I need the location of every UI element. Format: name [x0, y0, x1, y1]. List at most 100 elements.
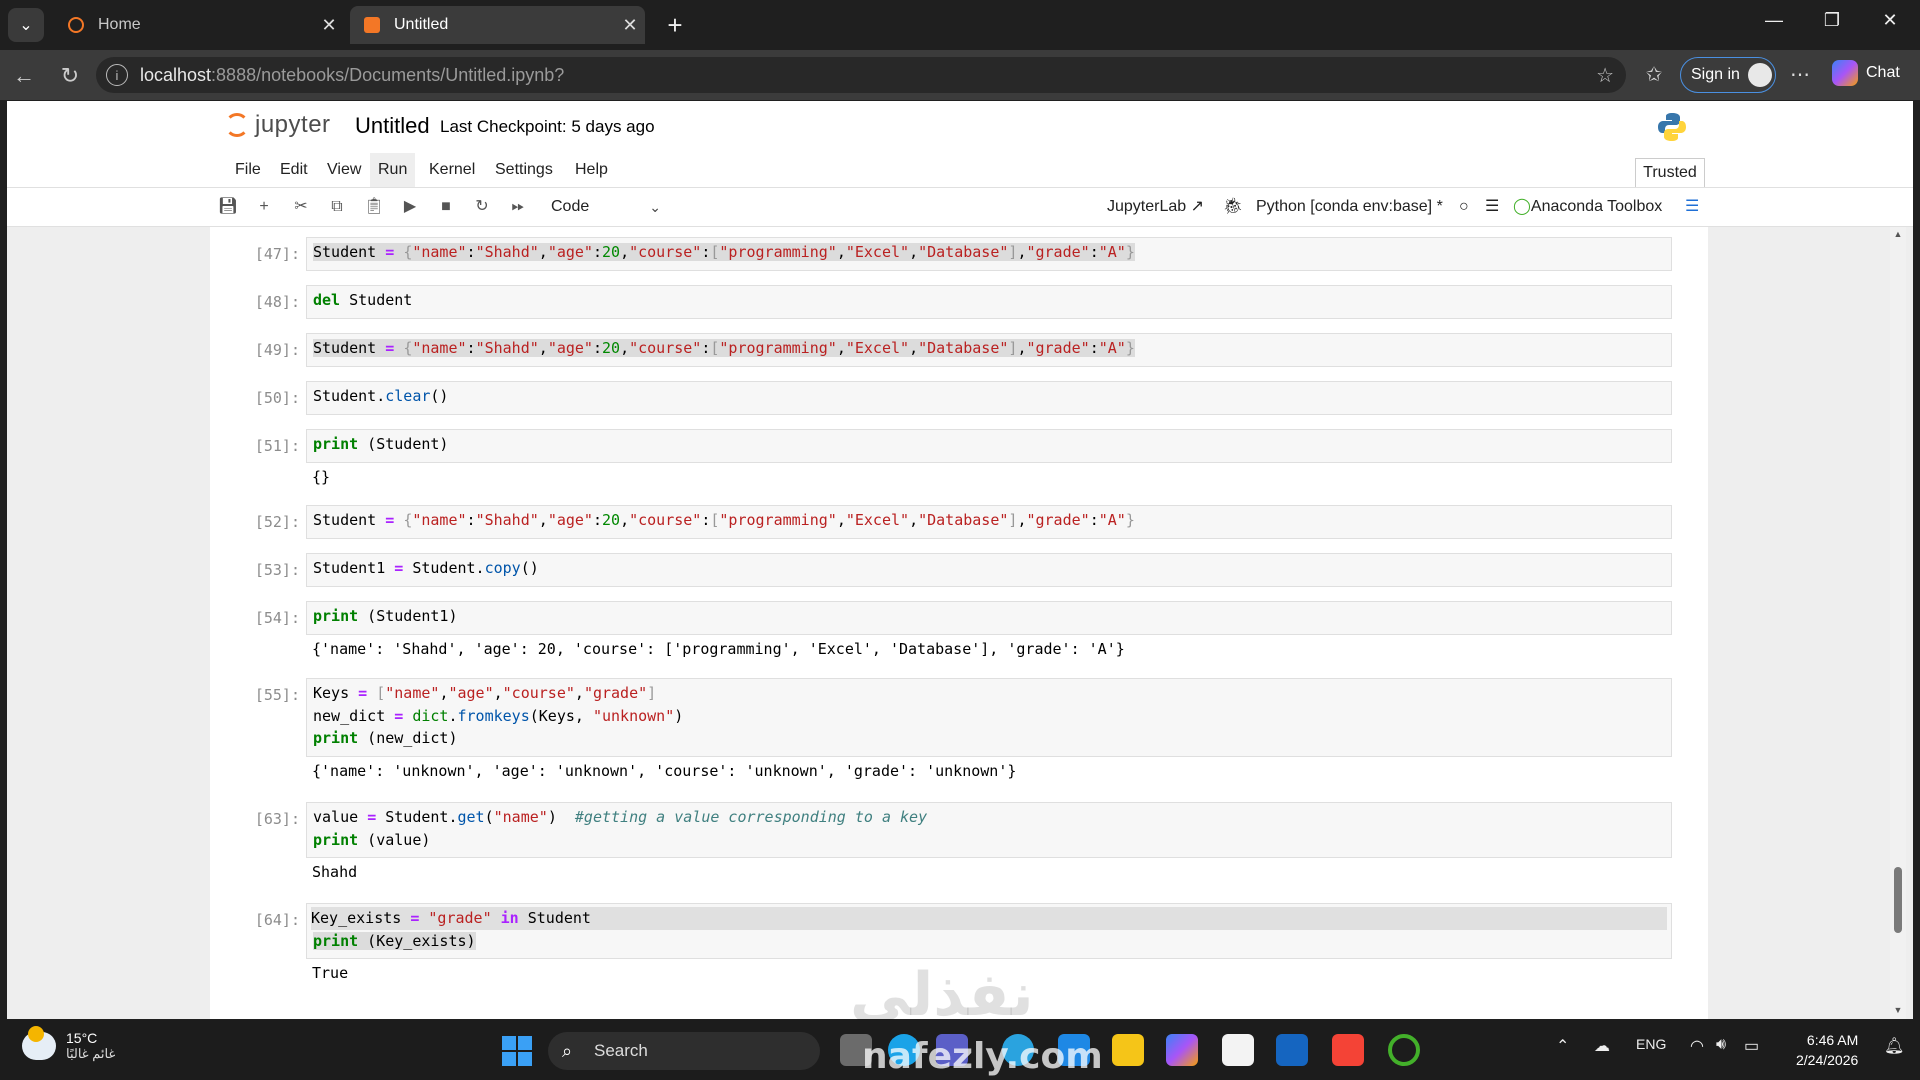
menu-settings[interactable]: Settings: [487, 153, 561, 187]
cell-input[interactable]: Student = {"name":"Shahd","age":20,"cour…: [306, 505, 1672, 539]
trusted-badge[interactable]: Trusted: [1635, 158, 1705, 188]
menu-view[interactable]: View: [319, 153, 369, 187]
watermark-url: nafezly.com: [862, 1036, 1103, 1077]
cell-input[interactable]: Student = {"name":"Shahd","age":20,"cour…: [306, 237, 1672, 271]
anaconda-app-icon[interactable]: [1388, 1034, 1420, 1066]
more-options-icon[interactable]: ⋯: [1786, 62, 1814, 87]
search-label: Search: [594, 1041, 648, 1060]
kernel-name[interactable]: Python [conda env:base] *: [1256, 188, 1443, 226]
jupyter-logo-text: jupyter: [255, 111, 331, 138]
paste-icon[interactable]: 📋︎: [363, 196, 385, 218]
notebook-scroll-area[interactable]: [47]: Student = {"name":"Shahd","age":20…: [7, 227, 1913, 1019]
add-cell-icon[interactable]: +: [253, 196, 275, 218]
cell-prompt: [63]:: [254, 810, 300, 828]
jupyter-logo[interactable]: jupyter: [225, 111, 331, 139]
scroll-down-icon[interactable]: ▼: [1892, 1005, 1904, 1015]
toc-icon[interactable]: ☰: [1685, 188, 1699, 226]
taskbar-clock[interactable]: 6:46 AM 2/24/2026: [1796, 1030, 1858, 1070]
sign-in-button[interactable]: Sign in: [1680, 57, 1776, 93]
reload-icon[interactable]: ↻: [56, 62, 84, 90]
jupyter-favicon-icon: [68, 17, 84, 33]
restart-icon[interactable]: ↻: [471, 196, 493, 218]
restore-icon[interactable]: ❐: [1812, 10, 1852, 31]
volume-icon[interactable]: 🔊︎: [1716, 1036, 1726, 1054]
cell-prompt: [48]:: [254, 293, 300, 311]
onedrive-icon[interactable]: ☁: [1594, 1036, 1610, 1056]
anaconda-ring-icon: ◯: [1513, 198, 1531, 215]
notebook-title[interactable]: Untitled: [355, 113, 430, 139]
copy-icon[interactable]: ⧉: [326, 196, 348, 218]
cell-prompt: [47]:: [254, 245, 300, 263]
cell-input[interactable]: print (Student1): [306, 601, 1672, 635]
copilot-chat-button[interactable]: Chat: [1832, 60, 1900, 86]
temperature: 15°C: [66, 1030, 98, 1046]
notebook-toolbar: 💾︎ + ✂ ⧉ 📋︎ ▶ ■ ↻ ⏩︎ Code ⌄ JupyterLab ↗…: [7, 187, 1913, 227]
cell-type-select[interactable]: Code ⌄: [551, 195, 661, 219]
battery-icon[interactable]: ▭: [1744, 1036, 1759, 1056]
close-window-icon[interactable]: ✕: [1870, 10, 1910, 31]
tab-untitled[interactable]: Untitled ✕: [350, 6, 645, 44]
save-icon[interactable]: 💾︎: [217, 196, 239, 218]
store-icon[interactable]: [1222, 1034, 1254, 1066]
kernel-menu-icon[interactable]: ☰: [1485, 188, 1499, 226]
menu-run[interactable]: Run: [370, 153, 416, 187]
cell-input[interactable]: Key_exists = "grade" in Student print (Ke…: [306, 903, 1672, 959]
back-icon[interactable]: ←: [10, 62, 38, 90]
chevron-down-icon: ⌄: [649, 199, 661, 215]
run-icon[interactable]: ▶: [399, 196, 421, 218]
menu-file[interactable]: File: [227, 153, 269, 187]
cell-input[interactable]: Student.clear(): [306, 381, 1672, 415]
new-tab-icon[interactable]: +: [660, 10, 690, 40]
cut-icon[interactable]: ✂: [290, 196, 312, 218]
cell-input[interactable]: value = Student.get("name") #getting a v…: [306, 802, 1672, 858]
menu-edit[interactable]: Edit: [272, 153, 316, 187]
cell-input[interactable]: del Student: [306, 285, 1672, 319]
language-indicator[interactable]: ENG: [1636, 1036, 1666, 1052]
minimize-icon[interactable]: —: [1754, 10, 1794, 31]
menu-kernel[interactable]: Kernel: [421, 153, 483, 187]
favorites-icon[interactable]: ✩: [1640, 62, 1668, 87]
run-all-icon[interactable]: ⏩︎: [507, 196, 529, 218]
stop-icon[interactable]: ■: [435, 196, 457, 218]
cell-input[interactable]: print (Student): [306, 429, 1672, 463]
cell-input[interactable]: Student1 = Student.copy(): [306, 553, 1672, 587]
debugger-icon[interactable]: 🐞︎: [1223, 188, 1243, 226]
menu-bar: File Edit View Run Kernel Settings Help: [7, 153, 1913, 187]
taskbar-search[interactable]: ⌕ Search: [548, 1032, 820, 1070]
copilot-icon: [1832, 60, 1858, 86]
file-explorer-icon[interactable]: [1112, 1034, 1144, 1066]
cell-input[interactable]: Keys = ["name","age","course","grade"] n…: [306, 678, 1672, 757]
url-text: localhost:8888/notebooks/Documents/Untit…: [140, 64, 565, 85]
cell-prompt: [49]:: [254, 341, 300, 359]
checkpoint-status: Last Checkpoint: 5 days ago: [440, 117, 655, 136]
close-tab-icon[interactable]: ✕: [314, 15, 344, 36]
jupyterlab-link[interactable]: JupyterLab ↗: [1107, 188, 1204, 226]
windows-start-icon[interactable]: [502, 1036, 532, 1066]
close-tab-icon[interactable]: ✕: [615, 15, 645, 36]
tab-home[interactable]: Home ✕: [54, 6, 344, 44]
jupyter-logo-icon: [225, 113, 249, 137]
jupyter-header: jupyter Untitled Last Checkpoint: 5 days…: [7, 101, 1913, 149]
notifications-icon[interactable]: 🔔︎: [1884, 1036, 1904, 1056]
tab-actions-menu-button[interactable]: ⌄: [8, 8, 44, 42]
show-hidden-icons-icon[interactable]: ⌃: [1556, 1036, 1569, 1056]
cell-output: Shahd: [312, 863, 358, 881]
notebook-favicon-icon: [364, 17, 380, 33]
scrollbar-thumb[interactable]: [1894, 867, 1902, 933]
weather-widget[interactable]: 15°C غائم غالبًا: [22, 1026, 116, 1062]
pen-app-icon[interactable]: [1276, 1034, 1308, 1066]
site-info-icon[interactable]: i: [106, 64, 128, 86]
jupyter-page: jupyter Untitled Last Checkpoint: 5 days…: [7, 101, 1913, 1019]
scroll-up-icon[interactable]: ▲: [1892, 229, 1904, 239]
menu-help[interactable]: Help: [567, 153, 616, 187]
wifi-icon[interactable]: ◠: [1690, 1036, 1704, 1056]
anaconda-toolbox-button[interactable]: ◯Anaconda Toolbox: [1513, 188, 1662, 226]
weather-condition: غائم غالبًا: [66, 1046, 116, 1061]
url-field[interactable]: i localhost:8888/notebooks/Documents/Unt…: [96, 57, 1626, 93]
calendar-app-icon[interactable]: [1332, 1034, 1364, 1066]
favorite-star-icon[interactable]: ☆: [1596, 63, 1614, 88]
copilot-app-icon[interactable]: [1166, 1034, 1198, 1066]
python-logo-icon: [1658, 113, 1686, 141]
cell-input[interactable]: Student = {"name":"Shahd","age":20,"cour…: [306, 333, 1672, 367]
notebook-scrollbar[interactable]: ▲ ▼: [1890, 227, 1906, 1019]
